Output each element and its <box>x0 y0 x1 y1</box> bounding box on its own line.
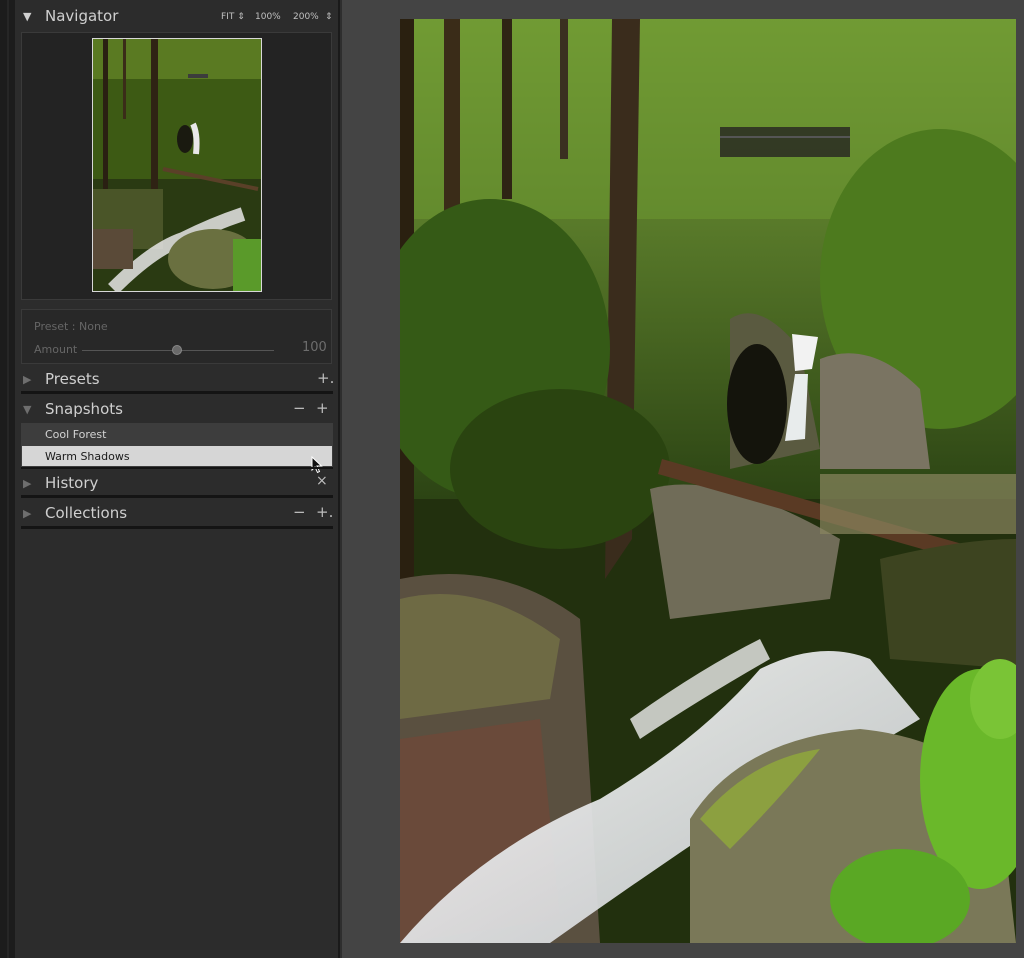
collapse-triangle-icon[interactable]: ▼ <box>23 10 31 23</box>
snapshot-label: Cool Forest <box>45 428 107 441</box>
panel-divider <box>21 467 333 469</box>
snapshots-title: Snapshots <box>45 400 123 418</box>
add-collection-icon[interactable]: +. <box>316 503 333 521</box>
clear-history-icon[interactable]: × <box>316 473 328 489</box>
main-photo[interactable] <box>400 19 1016 943</box>
navigator-preview-box <box>21 32 332 300</box>
snapshot-item-cool-forest[interactable]: Cool Forest <box>22 424 332 444</box>
collections-header[interactable]: ▶ Collections − +. <box>15 501 338 527</box>
snapshots-header[interactable]: ▼ Snapshots − + <box>15 397 338 423</box>
zoom-dropdown-icon[interactable]: ⇕ <box>325 12 333 22</box>
navigator-header[interactable]: ▼ Navigator FIT ⇕ 100% 200% ⇕ <box>15 4 338 30</box>
image-canvas[interactable] <box>342 0 1024 958</box>
amount-value[interactable]: 100 <box>302 340 327 355</box>
zoom-200-button[interactable]: 200% <box>293 12 319 22</box>
panel-divider <box>21 526 333 529</box>
amount-label: Amount <box>34 343 78 356</box>
panel-divider <box>21 391 333 394</box>
remove-snapshot-icon[interactable]: − <box>293 399 306 417</box>
snapshot-label: Warm Shadows <box>45 450 130 463</box>
navigator-thumbnail[interactable] <box>92 38 262 292</box>
add-preset-icon[interactable]: +. <box>317 369 334 387</box>
preset-amount-box: Preset : None Amount 100 <box>21 309 332 364</box>
snapshot-list: Cool Forest Warm Shadows <box>21 423 333 467</box>
collections-title: Collections <box>45 504 128 522</box>
amount-slider-thumb[interactable] <box>172 345 182 355</box>
remove-collection-icon[interactable]: − <box>293 503 306 521</box>
waterfall-photo <box>400 19 1016 943</box>
navigator-title: Navigator <box>45 7 119 25</box>
zoom-100-button[interactable]: 100% <box>255 12 281 22</box>
collapse-triangle-icon[interactable]: ▼ <box>23 403 31 416</box>
thumbnail-image <box>93 39 261 291</box>
preset-label: Preset : None <box>34 320 108 333</box>
history-header[interactable]: ▶ History × <box>15 471 338 497</box>
add-snapshot-icon[interactable]: + <box>316 399 329 417</box>
zoom-fit-label: FIT <box>221 12 235 22</box>
presets-title: Presets <box>45 370 100 388</box>
snapshot-item-warm-shadows[interactable]: Warm Shadows <box>22 446 332 466</box>
zoom-fit-button[interactable]: FIT ⇕ <box>221 12 245 22</box>
panel-divider <box>21 495 333 498</box>
left-edge-strip <box>0 0 15 958</box>
left-panel: ▼ Navigator FIT ⇕ 100% 200% ⇕ Preset: N… <box>15 0 340 958</box>
expand-triangle-icon[interactable]: ▶ <box>23 507 31 520</box>
history-title: History <box>45 474 99 492</box>
presets-header[interactable]: ▶ Presets +. <box>15 367 338 393</box>
expand-triangle-icon[interactable]: ▶ <box>23 477 31 490</box>
expand-triangle-icon[interactable]: ▶ <box>23 373 31 386</box>
